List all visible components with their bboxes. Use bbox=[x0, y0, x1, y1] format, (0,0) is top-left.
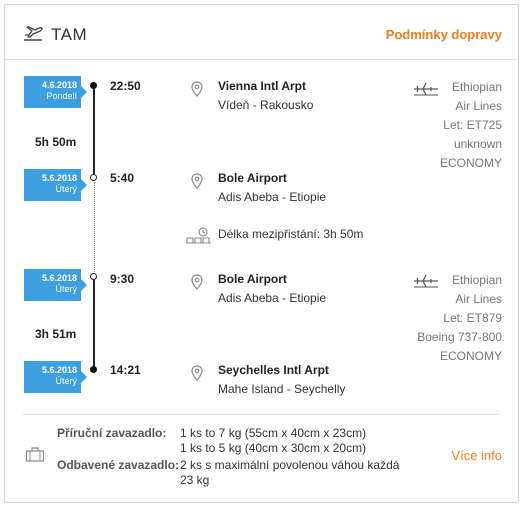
airport-name: Seychelles Intl Arpt bbox=[218, 363, 329, 377]
timeline-dot bbox=[90, 82, 97, 89]
card-header: TAM Podmínky dopravy bbox=[5, 5, 518, 60]
flight-number: Let: ET879 bbox=[443, 311, 502, 325]
date-value: 5.6.2018 bbox=[41, 173, 77, 183]
divider bbox=[23, 414, 500, 415]
airline-name-line: Air Lines bbox=[455, 99, 502, 113]
plane-departure-icon bbox=[24, 26, 43, 41]
date-badge: 5.6.2018 Úterý bbox=[24, 361, 87, 393]
airport-city: Adis Abeba - Etiopie bbox=[218, 190, 327, 204]
flight-card: TAM Podmínky dopravy 4.6.2018 Pondelí 22… bbox=[4, 4, 519, 503]
departure-time: 9:30 bbox=[110, 272, 135, 286]
date-value: 4.6.2018 bbox=[41, 80, 77, 90]
flight-number: Let: ET725 bbox=[443, 118, 502, 132]
luggage-icon bbox=[25, 447, 45, 462]
weekday-value: Pondelí bbox=[46, 91, 77, 101]
date-badge: 5.6.2018 Úterý bbox=[24, 169, 87, 201]
page-title: TAM bbox=[51, 25, 88, 44]
airline-name-line: Ethiopian bbox=[451, 273, 502, 287]
waiting-room-icon bbox=[186, 227, 211, 244]
arrival-time: 14:21 bbox=[110, 363, 141, 377]
timeline-dot bbox=[90, 273, 97, 280]
airport-name: Bole Airport bbox=[218, 171, 287, 185]
date-value: 5.6.2018 bbox=[41, 365, 77, 375]
more-info-link[interactable]: Více info bbox=[451, 448, 502, 463]
weekday-value: Úterý bbox=[55, 184, 77, 194]
timeline-flight-1 bbox=[93, 86, 95, 178]
checked-bag-allowance: 23 kg bbox=[180, 473, 210, 487]
arrival-time: 5:40 bbox=[110, 171, 135, 185]
location-pin-icon bbox=[191, 173, 203, 189]
airplane-icon bbox=[414, 82, 438, 96]
timeline-layover bbox=[94, 182, 95, 274]
airport-city: Adis Abeba - Etiopie bbox=[218, 291, 327, 305]
date-badge: 5.6.2018 Úterý bbox=[24, 269, 87, 301]
layover-duration: Délka mezipřistání: 3h 50m bbox=[218, 227, 364, 241]
flight-duration: 3h 51m bbox=[35, 327, 77, 341]
carry-on-allowance: 1 ks to 5 kg (40cm x 30cm x 20cm) bbox=[180, 441, 367, 455]
flight-info: Ethiopian Air Lines Let: ET725 unknown E… bbox=[440, 78, 502, 173]
airline-name-line: Ethiopian bbox=[451, 80, 502, 94]
carry-on-label: Příruční zavazadlo: bbox=[57, 426, 167, 440]
flight-info: Ethiopian Air Lines Let: ET879 Boeing 73… bbox=[417, 271, 502, 366]
aircraft-type: unknown bbox=[453, 137, 502, 151]
airport-name: Vienna Intl Arpt bbox=[218, 79, 307, 93]
date-badge: 4.6.2018 Pondelí bbox=[24, 76, 87, 108]
carry-on-allowance: 1 ks to 7 kg (55cm x 40cm x 23cm) bbox=[180, 426, 367, 440]
timeline-flight-2 bbox=[93, 278, 95, 370]
checked-bag-allowance: 2 ks s maximální povolenou váhou každá bbox=[180, 458, 400, 472]
airline-name-line: Air Lines bbox=[455, 292, 502, 306]
location-pin-icon bbox=[191, 81, 203, 97]
departure-time: 22:50 bbox=[110, 79, 141, 93]
aircraft-type: Boeing 737-800 bbox=[417, 330, 502, 344]
transport-terms-link[interactable]: Podmínky dopravy bbox=[386, 27, 502, 42]
cabin-class: ECONOMY bbox=[439, 349, 502, 363]
flight-duration: 5h 50m bbox=[35, 135, 77, 149]
cabin-class: ECONOMY bbox=[439, 156, 502, 170]
weekday-value: Úterý bbox=[55, 376, 77, 386]
checked-bag-label: Odbavené zavazadlo: bbox=[57, 458, 180, 472]
timeline-dot bbox=[90, 174, 97, 181]
timeline-dot bbox=[90, 366, 97, 373]
location-pin-icon bbox=[191, 365, 203, 381]
airport-city: Vídeň - Rakousko bbox=[218, 98, 314, 112]
weekday-value: Úterý bbox=[55, 284, 77, 294]
airport-name: Bole Airport bbox=[218, 272, 287, 286]
location-pin-icon bbox=[191, 274, 203, 290]
airport-city: Mahe Island - Seychelly bbox=[218, 382, 346, 396]
date-value: 5.6.2018 bbox=[41, 273, 77, 283]
